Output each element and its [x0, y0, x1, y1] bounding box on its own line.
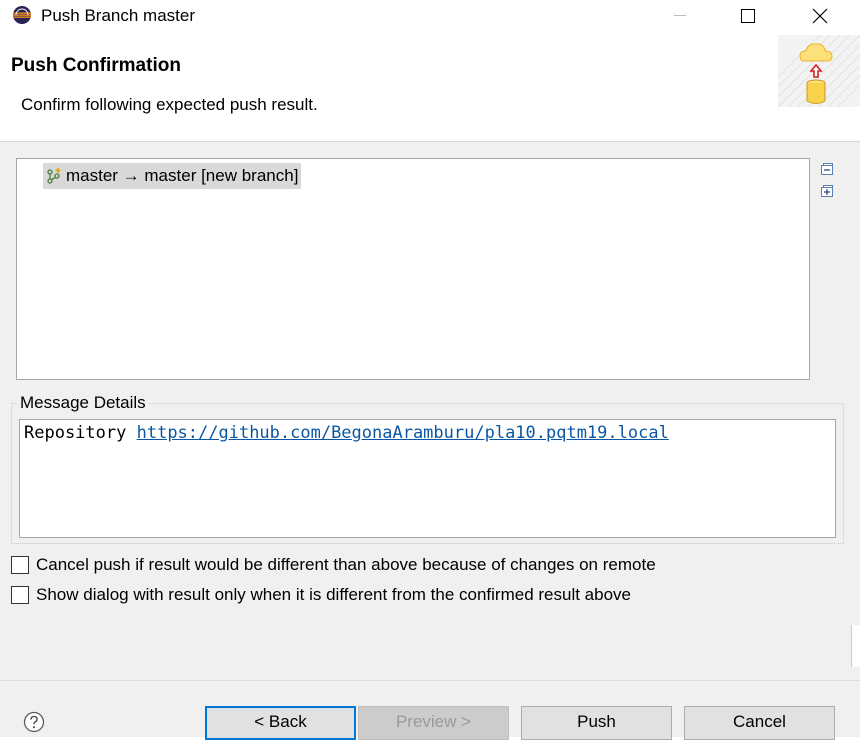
repository-key: Repository — [24, 423, 127, 443]
tree-item-master[interactable]: master → master [new branch] — [43, 163, 302, 189]
push-result-tree[interactable]: master → master [new branch] — [16, 158, 810, 380]
preview-button: Preview > — [358, 706, 509, 740]
cancel-if-different-checkbox[interactable] — [11, 556, 29, 574]
show-only-if-different-label[interactable]: Show dialog with result only when it is … — [36, 585, 631, 605]
eclipse-app-icon — [13, 6, 31, 24]
repository-url-link[interactable]: https://github.com/BegonaAramburu/pla10.… — [137, 423, 669, 443]
window-title: Push Branch master — [41, 6, 196, 25]
banner-title: Push Confirmation — [11, 55, 181, 76]
message-details-text[interactable]: Repository https://github.com/BegonaAram… — [19, 419, 836, 538]
minimize-icon — [674, 15, 686, 16]
tree-item-label: master → master [new branch] — [66, 166, 299, 185]
close-button[interactable] — [797, 0, 843, 31]
cancel-if-different-label[interactable]: Cancel push if result would be different… — [36, 555, 656, 575]
banner-description: Confirm following expected push result. — [21, 95, 318, 114]
cancel-if-different-option[interactable]: Cancel push if result would be different… — [11, 555, 656, 575]
maximize-button[interactable] — [725, 0, 771, 31]
collapse-all-icon[interactable] — [819, 162, 835, 178]
minimize-button[interactable] — [657, 0, 703, 31]
show-only-if-different-option[interactable]: Show dialog with result only when it is … — [11, 585, 631, 605]
push-button[interactable]: Push — [521, 706, 672, 740]
dialog-banner: Push Confirmation Confirm following expe… — [0, 31, 860, 141]
maximize-icon — [741, 8, 755, 23]
message-details-label: Message Details — [17, 393, 149, 413]
title-bar: Push Branch master — [0, 0, 860, 31]
cancel-button[interactable]: Cancel — [684, 706, 835, 740]
show-only-if-different-checkbox[interactable] — [11, 586, 29, 604]
push-to-cloud-icon — [778, 35, 860, 107]
help-icon[interactable] — [23, 711, 45, 733]
close-icon — [812, 8, 828, 23]
expand-all-icon[interactable] — [819, 184, 835, 200]
background-window-fragment — [851, 625, 860, 667]
back-button[interactable]: < Back — [205, 706, 356, 740]
branch-icon — [47, 168, 61, 184]
